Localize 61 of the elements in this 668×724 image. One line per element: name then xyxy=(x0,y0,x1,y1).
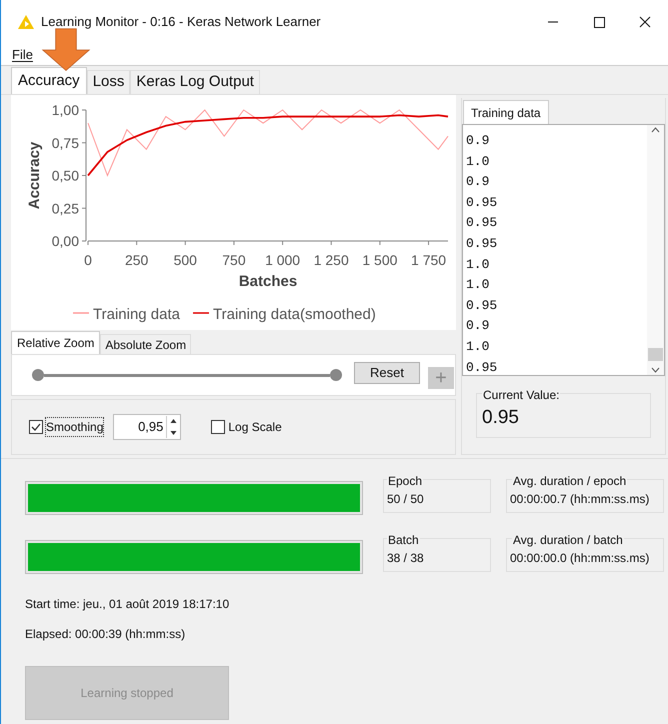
x-tick-label: 1 000 xyxy=(265,252,300,268)
checkbox[interactable] xyxy=(29,420,43,434)
y-tick-label: 0,50 xyxy=(52,168,79,184)
list-value: 0.95 xyxy=(466,234,498,253)
menu-item[interactable]: File xyxy=(12,44,33,64)
tab[interactable]: Keras Log Output xyxy=(130,70,260,94)
scroll-down-icon[interactable] xyxy=(651,367,660,373)
x-tick-label: 500 xyxy=(174,252,197,268)
counter-value: 50 / 50 xyxy=(387,492,424,506)
number-spinner[interactable]: 0,95 xyxy=(113,414,182,440)
arrow-icon xyxy=(41,28,91,72)
slider-handle[interactable] xyxy=(32,369,44,381)
x-tick-label: 1 750 xyxy=(411,252,446,268)
slider-handle[interactable] xyxy=(330,369,342,381)
list-value: 0.95 xyxy=(466,194,498,212)
y-axis-title: Accuracy xyxy=(26,142,43,210)
app-logo-icon xyxy=(18,15,34,29)
reset-button[interactable]: Reset xyxy=(354,362,420,384)
elapsed-text: Elapsed: 00:00:39 (hh:mm:ss) xyxy=(25,626,186,643)
list-value: 1.0 xyxy=(466,276,490,294)
legend-label: Training data xyxy=(93,306,180,323)
checkbox-label: Log Scale xyxy=(228,419,282,436)
list-value: 1.0 xyxy=(466,256,490,274)
checkbox-label: Smoothing xyxy=(46,418,104,436)
checkmark-icon xyxy=(31,422,41,432)
y-tick-label: 0,00 xyxy=(52,233,79,249)
list-value: 1.0 xyxy=(466,152,490,171)
y-tick-label: 0,25 xyxy=(52,200,79,216)
duration-value: 00:00:00.7 (hh:mm:ss.ms) xyxy=(510,492,650,506)
range-slider[interactable] xyxy=(32,368,342,382)
scrollbar[interactable] xyxy=(647,125,664,375)
x-tick-label: 1 500 xyxy=(362,252,398,268)
start-time-text: Start time: jeu., 01 août 2019 18:17:10 xyxy=(25,596,230,613)
duration-value: 00:00:00.0 (hh:mm:ss.ms) xyxy=(510,551,650,565)
list-value: 0.95 xyxy=(466,358,498,375)
x-tick-label: 750 xyxy=(222,252,246,268)
list-value: 0.95 xyxy=(466,296,498,315)
list-value: 1.0 xyxy=(466,338,490,356)
checkbox[interactable] xyxy=(211,420,226,434)
counter-value: 38 / 38 xyxy=(387,551,424,565)
tab[interactable]: Relative Zoom xyxy=(11,331,100,354)
current-value: 0.95 xyxy=(482,407,519,428)
tab[interactable]: Loss xyxy=(86,70,130,94)
list-value: 0.9 xyxy=(466,317,490,336)
y-tick-label: 0,75 xyxy=(52,134,79,151)
scroll-up-icon[interactable] xyxy=(651,127,660,133)
list-value: 0.95 xyxy=(466,214,498,232)
x-tick-label: 1 250 xyxy=(314,252,349,268)
legend-label: Training data(smoothed) xyxy=(213,306,376,323)
spinner-value: 0,95 xyxy=(137,418,164,436)
scroll-thumb[interactable] xyxy=(648,348,663,361)
y-tick-label: 1,00 xyxy=(52,102,79,118)
tab[interactable]: Accuracy xyxy=(11,67,87,94)
list-value: 0.9 xyxy=(466,132,490,150)
x-axis-title: Batches xyxy=(238,273,298,290)
x-tick-label: 250 xyxy=(124,252,148,268)
window-title: Learning Monitor - 0:16 - Keras Network Learner xyxy=(41,13,321,32)
tab[interactable]: Absolute Zoom xyxy=(100,334,192,354)
x-tick-label: 0 xyxy=(84,252,92,268)
tab[interactable]: Training data xyxy=(463,100,549,124)
list-value: 0.9 xyxy=(466,173,490,192)
